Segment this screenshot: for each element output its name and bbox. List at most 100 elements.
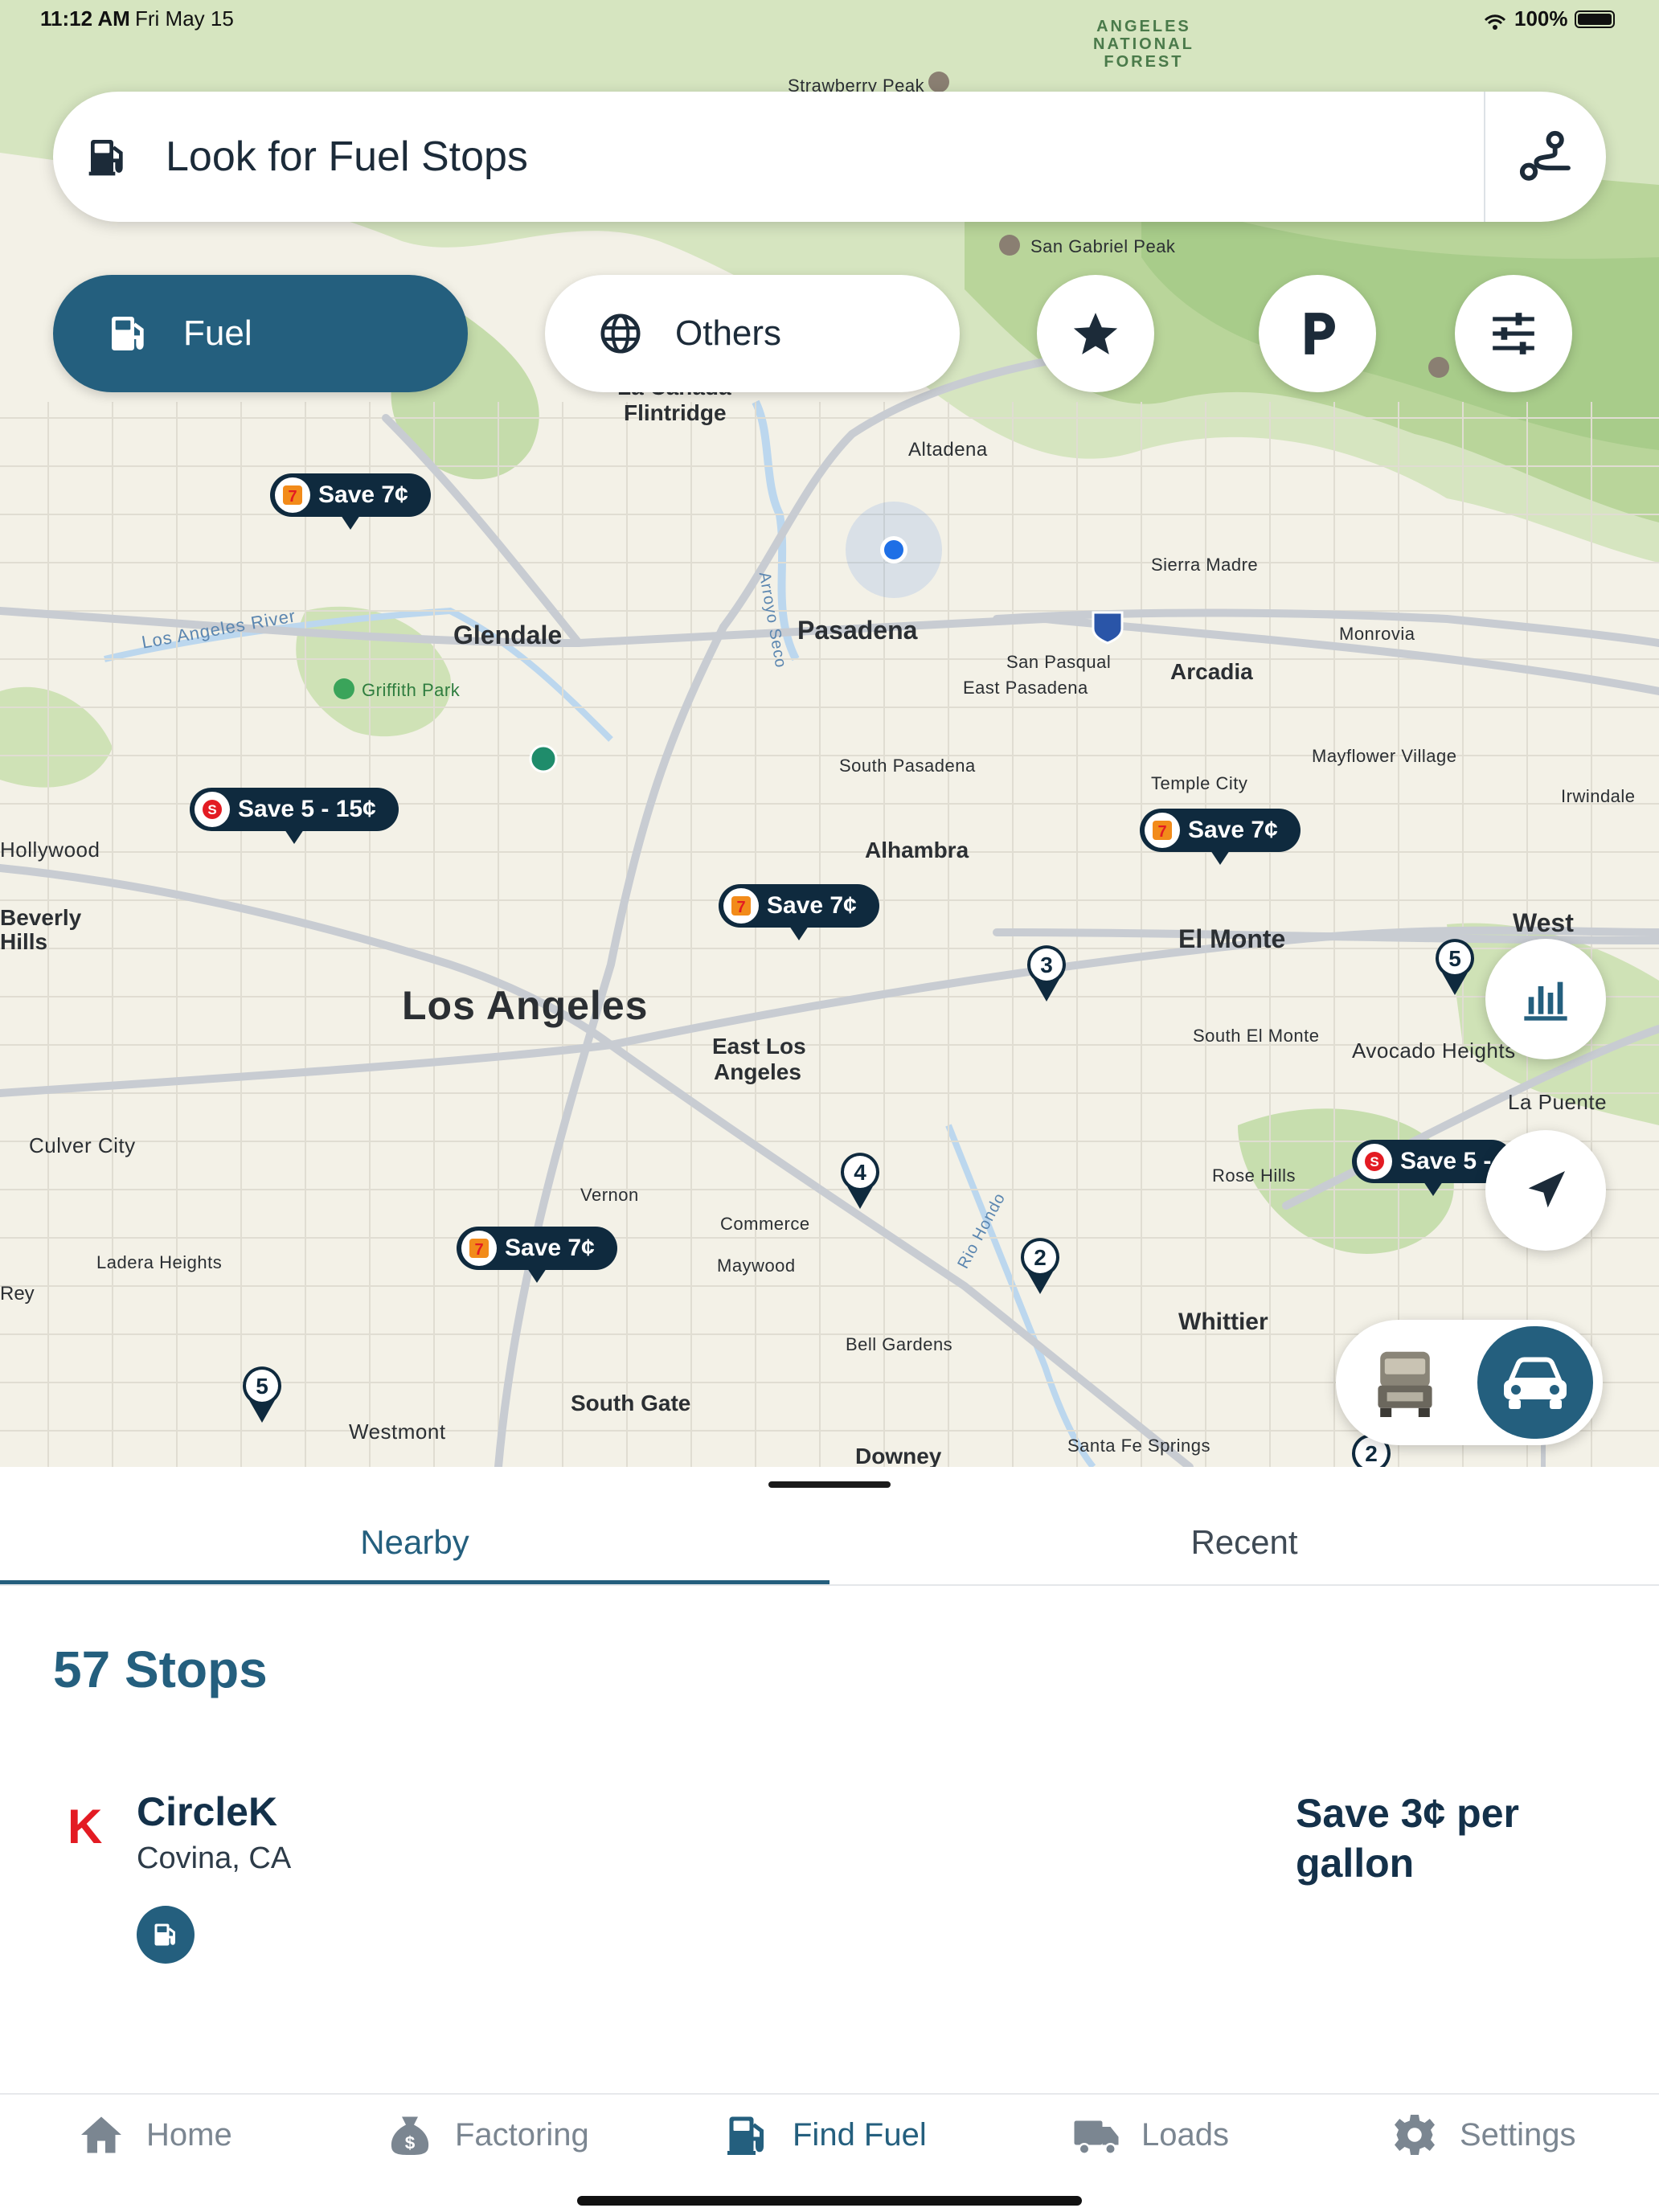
svg-text:7: 7: [736, 899, 745, 916]
map-place: South Gate: [571, 1391, 691, 1415]
filters-button[interactable]: [1455, 275, 1572, 392]
nav-home[interactable]: Home: [77, 2095, 232, 2175]
truck-icon: [1074, 2120, 1119, 2155]
map-place: Griffith Park: [362, 680, 461, 700]
status-battery: 100%: [1484, 6, 1615, 31]
circlek-logo: K: [68, 1803, 102, 1846]
parking-button[interactable]: [1259, 275, 1376, 392]
svg-text:2: 2: [1365, 1441, 1378, 1466]
map-place: Alhambra: [865, 838, 969, 862]
map-place: El Monte: [1178, 924, 1286, 953]
map-place: Whittier: [1178, 1309, 1268, 1335]
fuel-price-marker[interactable]: 7 Save 7¢: [270, 473, 431, 530]
cluster-pin[interactable]: 2: [1018, 1235, 1063, 1296]
map-place: Bell Gardens: [846, 1334, 953, 1354]
tab-nearby[interactable]: Nearby: [0, 1523, 830, 1562]
route-icon[interactable]: [1518, 129, 1574, 185]
favorites-button[interactable]: [1037, 275, 1154, 392]
nav-settings[interactable]: Settings: [1391, 2095, 1576, 2175]
truck-icon[interactable]: [1371, 1347, 1439, 1419]
status-date: Fri May 15: [135, 6, 234, 31]
map-place: South El Monte: [1193, 1026, 1320, 1046]
filter-chip-others[interactable]: Others: [545, 275, 960, 392]
vehicle-type-toggle[interactable]: [1336, 1320, 1603, 1445]
home-indicator: [577, 2196, 1082, 2206]
svg-text:4: 4: [854, 1160, 866, 1185]
bottom-nav: Home $ Factoring Find Fuel Loads Setting…: [0, 2093, 1659, 2212]
seven-eleven-logo: 7: [1145, 813, 1180, 848]
stops-count: 57 Stops: [53, 1641, 268, 1698]
sheet-grabber[interactable]: [768, 1481, 891, 1488]
search-bar[interactable]: Look for Fuel Stops: [53, 92, 1606, 222]
speedway-logo: S: [195, 792, 230, 827]
station-saving: Save 3¢ per gallon: [1296, 1791, 1519, 1886]
money-bag-icon: $: [391, 2116, 429, 2155]
location-arrow-icon: [1528, 1171, 1565, 1208]
forest-label: ANGELES NATIONAL FOREST: [1093, 18, 1194, 71]
gear-icon: [1395, 2115, 1435, 2155]
search-placeholder[interactable]: Look for Fuel Stops: [166, 133, 528, 181]
map-place: Hollywood: [0, 838, 100, 862]
map-place: San Pasqual: [1006, 652, 1112, 672]
map-place: Commerce: [720, 1214, 810, 1234]
map-place: Arcadia: [1170, 659, 1253, 684]
map-place: Altadena: [908, 439, 988, 461]
svg-text:5: 5: [256, 1374, 268, 1399]
wifi-icon: [1484, 11, 1506, 30]
sliders-icon: [1493, 313, 1534, 354]
recenter-button[interactable]: [1485, 1130, 1606, 1251]
star-icon: [1073, 313, 1118, 354]
filter-chip-fuel[interactable]: Fuel: [53, 275, 468, 392]
map-place: Rey: [0, 1283, 35, 1305]
nav-loads[interactable]: Loads: [1072, 2095, 1229, 2175]
tab-recent[interactable]: Recent: [830, 1523, 1659, 1562]
map-place: Temple City: [1151, 773, 1248, 793]
map-place: Vernon: [580, 1185, 639, 1205]
results-sheet: Nearby Recent 57 Stops K CircleK Covina,…: [0, 1467, 1659, 2094]
fuel-price-marker[interactable]: S Save 5 - 15¢: [190, 788, 399, 844]
globe-icon: [600, 313, 641, 354]
nav-factoring[interactable]: $ Factoring: [386, 2095, 589, 2175]
cluster-pin[interactable]: 4: [838, 1149, 883, 1210]
map-place: Santa Fe Springs: [1067, 1436, 1210, 1456]
bar-chart-icon: [1524, 981, 1567, 1021]
map-place: West: [1513, 908, 1574, 937]
fuel-type-badge: [137, 1906, 195, 1964]
home-icon: [81, 2116, 121, 2153]
cluster-pin[interactable]: 3: [1024, 942, 1069, 1003]
map-place: East Pasadena: [963, 678, 1088, 698]
svg-text:3: 3: [1040, 952, 1053, 977]
car-icon: [1504, 1357, 1567, 1409]
map-place: Flintridge: [624, 400, 727, 425]
fuel-price-marker[interactable]: 7 Save 7¢: [1140, 809, 1301, 865]
map-place: Beverly: [0, 905, 82, 930]
price-chart-button[interactable]: [1485, 939, 1606, 1059]
map-place: Irwindale: [1561, 786, 1636, 806]
svg-text:S: S: [1370, 1154, 1378, 1169]
fuel-pump-icon: [112, 317, 144, 350]
fuel-price-marker[interactable]: 7 Save 7¢: [457, 1227, 617, 1283]
cluster-pin[interactable]: 5: [1432, 936, 1477, 997]
cluster-pin[interactable]: 5: [240, 1363, 285, 1424]
map-place-major: Los Angeles: [402, 983, 649, 1028]
nav-find-fuel[interactable]: Find Fuel: [723, 2095, 927, 2175]
map-view[interactable]: ANGELES NATIONAL FOREST Los Angeles River …: [0, 0, 1659, 1467]
svg-text:2: 2: [1034, 1245, 1047, 1270]
fuel-pump-icon: [154, 1923, 175, 1946]
map-place: Glendale: [453, 621, 563, 649]
search-divider: [1484, 92, 1485, 222]
car-mode-button[interactable]: [1477, 1326, 1593, 1439]
svg-text:5: 5: [1448, 946, 1461, 971]
svg-text:$: $: [405, 2133, 416, 2153]
seven-eleven-logo: 7: [461, 1231, 497, 1266]
status-time: 11:12 AM: [40, 6, 130, 31]
fuel-pump-icon: [88, 140, 123, 176]
svg-text:7: 7: [1157, 823, 1166, 841]
tab-divider: [0, 1584, 1659, 1586]
parking-icon: [1305, 313, 1335, 354]
fuel-price-marker[interactable]: 7 Save 7¢: [719, 884, 879, 940]
map-place: Mayflower Village: [1312, 746, 1457, 766]
seven-eleven-logo: 7: [275, 477, 310, 513]
station-list-item[interactable]: K CircleK Covina, CA Save 3¢ per gallon: [0, 1780, 1659, 1989]
map-place: Culver City: [29, 1133, 136, 1157]
